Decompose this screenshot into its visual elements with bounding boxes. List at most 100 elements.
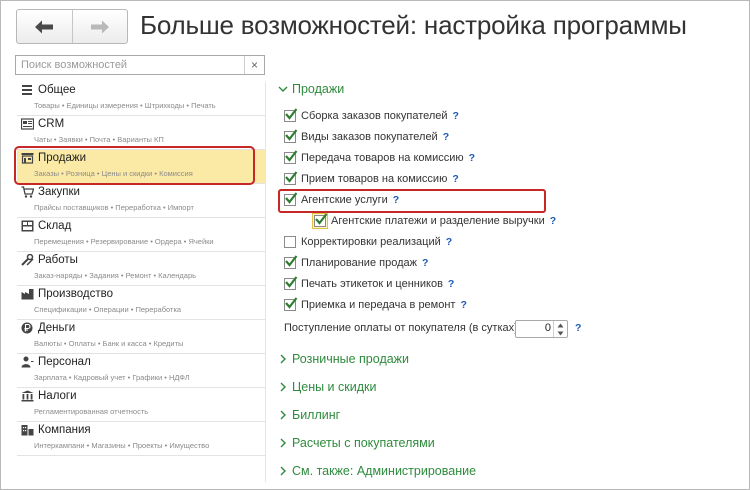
checkbox[interactable] — [284, 171, 298, 185]
option-label: Планирование продаж — [301, 257, 417, 269]
arrow-right-icon — [90, 20, 109, 33]
warehouse-icon — [21, 220, 34, 232]
group-label: Продажи — [292, 82, 345, 96]
checkmark-icon — [285, 171, 298, 183]
tools-icon — [21, 254, 34, 266]
group-prices-discounts[interactable]: Цены и скидки — [276, 380, 376, 394]
group-see-also-admin[interactable]: См. также: Администрирование — [276, 464, 476, 478]
payment-days-stepper[interactable]: 0 — [515, 320, 568, 338]
group-retail[interactable]: Розничные продажи — [276, 352, 409, 366]
stepper-buttons — [553, 321, 567, 337]
checkmark-icon — [285, 129, 298, 141]
sidebar-item-personnel[interactable]: Персонал Зарплата • Кадровый учет • Граф… — [17, 354, 265, 388]
checkbox[interactable] — [284, 255, 298, 269]
sidebar-item-label: CRM — [38, 118, 65, 130]
sidebar-item-general[interactable]: Общее Товары • Единицы измерения • Штрих… — [17, 82, 265, 116]
option-label: Виды заказов покупателей — [301, 131, 438, 143]
search-input[interactable] — [16, 56, 245, 74]
help-link[interactable]: ? — [469, 152, 475, 164]
checkmark-icon — [285, 108, 298, 120]
clear-search-button[interactable]: × — [244, 56, 264, 74]
back-button[interactable] — [17, 10, 72, 43]
sidebar-item-warehouse[interactable]: Склад Перемещения • Резервирование • Орд… — [17, 218, 265, 252]
option-agent-payments[interactable]: Агентские платежи и разделение выручки? — [314, 213, 556, 227]
option-commission-in[interactable]: Прием товаров на комиссию? — [284, 171, 459, 185]
option-label-printing[interactable]: Печать этикеток и ценников? — [284, 276, 454, 290]
payment-days-label: Поступление оплаты от покупателя (в сутк… — [284, 322, 521, 334]
sidebar: Общее Товары • Единицы измерения • Штрих… — [17, 82, 265, 456]
sidebar-item-taxes[interactable]: Налоги Регламентированная отчетность — [17, 388, 265, 422]
forward-button[interactable] — [71, 10, 128, 43]
checkbox[interactable] — [284, 150, 298, 164]
money-icon — [21, 322, 33, 334]
taxes-icon — [21, 390, 34, 402]
help-link[interactable]: ? — [422, 257, 428, 269]
option-repair[interactable]: Приемка и передача в ремонт? — [284, 297, 467, 311]
caret-up-icon — [557, 323, 564, 327]
sidebar-item-label: Закупки — [38, 186, 80, 198]
option-order-assembly[interactable]: Сборка заказов покупателей? — [284, 108, 459, 122]
list-icon — [22, 85, 32, 95]
sidebar-item-production[interactable]: Производство Спецификации • Операции • П… — [17, 286, 265, 320]
option-sales-planning[interactable]: Планирование продаж? — [284, 255, 428, 269]
sidebar-item-subtitle: Спецификации • Операции • Переработка — [34, 305, 182, 314]
group-billing[interactable]: Биллинг — [276, 408, 340, 422]
help-link[interactable]: ? — [446, 236, 452, 248]
option-order-types[interactable]: Виды заказов покупателей? — [284, 129, 449, 143]
help-link[interactable]: ? — [575, 322, 581, 334]
highlight-frame-agent-services — [278, 189, 546, 213]
chevron-right-icon — [280, 410, 286, 420]
sidebar-item-subtitle: Товары • Единицы измерения • Штрихкоды •… — [34, 101, 216, 110]
sidebar-item-subtitle: Чаты • Заявки • Почта • Варианты КП — [34, 135, 164, 144]
checkmark-icon — [315, 213, 328, 225]
payment-days-value[interactable]: 0 — [545, 322, 551, 334]
group-customer-settlements[interactable]: Расчеты с покупателями — [276, 436, 435, 450]
chevron-right-icon — [280, 466, 286, 476]
option-label: Сборка заказов покупателей — [301, 110, 448, 122]
option-sales-adjustments[interactable]: Корректировки реализаций? — [284, 236, 452, 248]
chevron-right-icon — [280, 438, 286, 448]
help-link[interactable]: ? — [443, 131, 449, 143]
help-link[interactable]: ? — [453, 110, 459, 122]
sidebar-item-purchases[interactable]: Закупки Прайсы поставщиков • Переработка… — [17, 184, 265, 218]
checkbox[interactable] — [284, 297, 298, 311]
checkbox[interactable] — [314, 213, 328, 227]
checkbox[interactable] — [284, 276, 298, 290]
help-link[interactable]: ? — [452, 173, 458, 185]
highlight-frame-sales — [14, 146, 255, 185]
checkmark-icon — [285, 150, 298, 162]
sidebar-item-subtitle: Зарплата • Кадровый учет • Графики • НДФ… — [34, 373, 190, 382]
sidebar-item-label: Производство — [38, 288, 113, 300]
checkbox[interactable] — [284, 108, 298, 122]
option-label: Печать этикеток и ценников — [301, 278, 443, 290]
checkbox[interactable] — [284, 236, 296, 248]
option-label: Корректировки реализаций — [301, 236, 441, 248]
option-label: Приемка и передача в ремонт — [301, 299, 456, 311]
group-label: Биллинг — [292, 408, 341, 422]
checkmark-icon — [285, 255, 298, 267]
stepper-up-button[interactable] — [554, 321, 567, 329]
checkbox[interactable] — [284, 129, 298, 143]
sidebar-item-subtitle: Прайсы поставщиков • Переработка • Импор… — [34, 203, 194, 212]
sidebar-item-money[interactable]: Деньги Валюты • Оплаты • Банк и касса • … — [17, 320, 265, 354]
page-title: Больше возможностей: настройка программы — [140, 10, 687, 40]
payment-days-row: Поступление оплаты от покупателя (в сутк… — [284, 322, 521, 334]
arrow-left-icon — [35, 20, 54, 33]
group-label: Расчеты с покупателями — [292, 436, 435, 450]
sidebar-item-company[interactable]: Компания Интеркампани • Магазины • Проек… — [17, 422, 265, 456]
option-commission-out[interactable]: Передача товаров на комиссию? — [284, 150, 475, 164]
option-label: Агентские платежи и разделение выручки — [331, 215, 545, 227]
stepper-down-button[interactable] — [554, 329, 567, 337]
checkmark-icon — [285, 297, 298, 309]
sidebar-item-crm[interactable]: CRM Чаты • Заявки • Почта • Варианты КП — [17, 116, 265, 150]
sidebar-item-subtitle: Валюты • Оплаты • Банк и касса • Кредиты — [34, 339, 184, 348]
help-link[interactable]: ? — [448, 278, 454, 290]
help-link[interactable]: ? — [550, 215, 556, 227]
group-sales-header[interactable]: Продажи — [276, 82, 344, 96]
sidebar-item-works[interactable]: Работы Заказ-наряды • Задания • Ремонт •… — [17, 252, 265, 286]
sidebar-item-subtitle: Перемещения • Резервирование • Ордера • … — [34, 237, 214, 246]
option-label: Прием товаров на комиссию — [301, 173, 448, 185]
sidebar-item-label: Налоги — [38, 390, 77, 402]
checkmark-icon — [285, 276, 298, 288]
help-link[interactable]: ? — [460, 299, 466, 311]
